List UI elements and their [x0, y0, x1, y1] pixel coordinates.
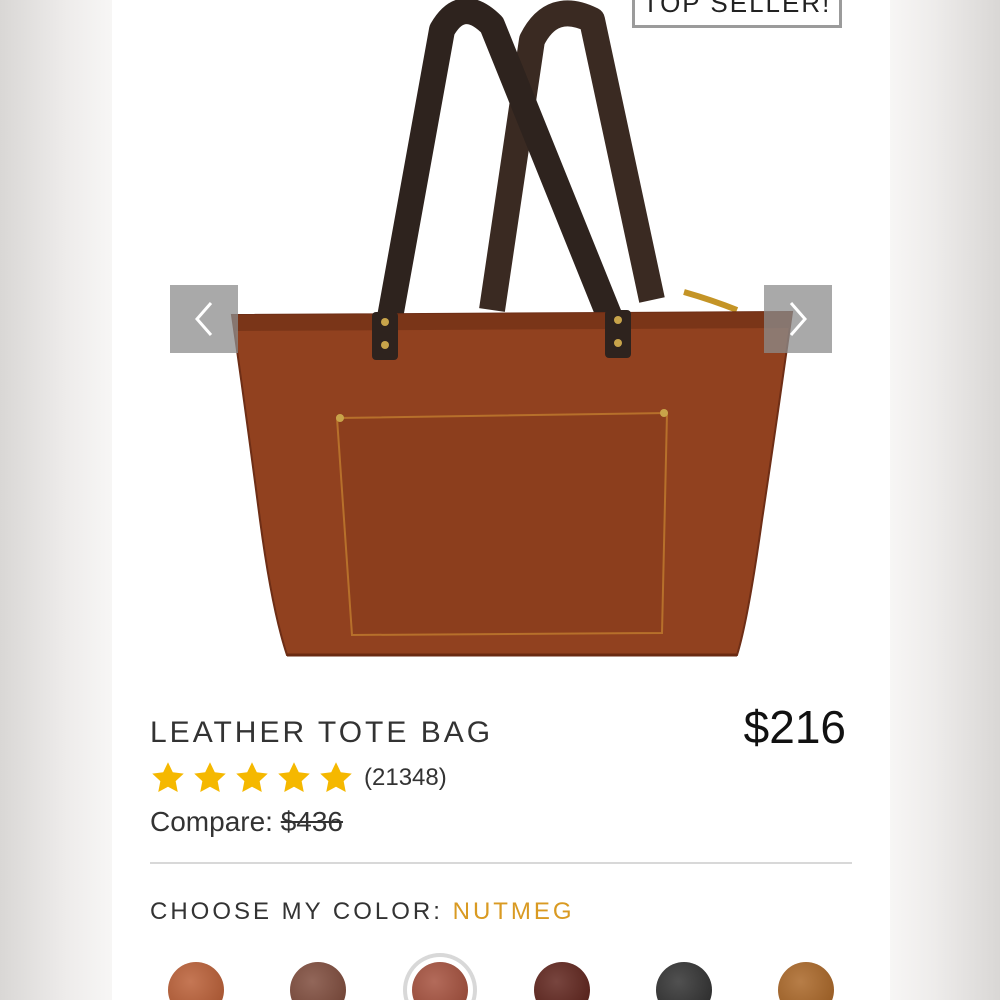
color-picker-heading: CHOOSE MY COLOR: NUTMEG [150, 898, 575, 926]
top-seller-badge: TOP SELLER! [632, 0, 842, 28]
previous-image-button[interactable] [170, 285, 238, 353]
color-swatch[interactable] [778, 962, 834, 1000]
star-icon [194, 762, 226, 792]
color-swatch[interactable] [534, 962, 590, 1000]
next-image-button[interactable] [764, 285, 832, 353]
compare-price: Compare: $436 [150, 806, 343, 838]
chevron-right-icon [789, 302, 807, 336]
product-title: LEATHER TOTE BAG [150, 716, 494, 749]
color-swatch[interactable] [290, 962, 346, 1000]
star-icon [320, 762, 352, 792]
chevron-left-icon [195, 302, 213, 336]
color-swatch[interactable] [168, 962, 224, 1000]
divider [150, 862, 852, 864]
product-card: TOP SELLER! LEATHER TOTE BAG $216 (21348… [112, 0, 890, 1000]
page-background-left [0, 0, 112, 1000]
page-background-right [890, 0, 1000, 1000]
selected-color-name: NUTMEG [452, 898, 575, 925]
color-picker-label: CHOOSE MY COLOR: [150, 898, 443, 925]
color-swatch[interactable] [656, 962, 712, 1000]
star-icon [236, 762, 268, 792]
rating[interactable]: (21348) [150, 760, 447, 796]
color-swatch[interactable] [412, 962, 468, 1000]
star-icon [278, 762, 310, 792]
star-icon [152, 762, 184, 792]
review-count[interactable]: (21348) [364, 764, 447, 792]
compare-old-price: $436 [280, 806, 344, 837]
product-price: $216 [743, 701, 846, 753]
product-image [192, 0, 832, 680]
compare-label: Compare: [150, 806, 273, 837]
